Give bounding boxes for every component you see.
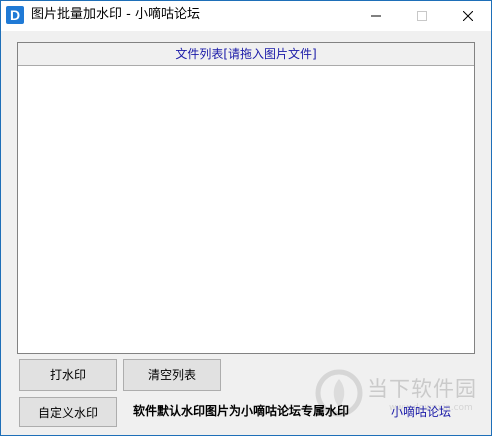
clear-list-button[interactable]: 清空列表 [123, 359, 221, 391]
forum-link[interactable]: 小嘀咕论坛 [391, 403, 451, 420]
maximize-icon [417, 11, 427, 21]
window-title: 图片批量加水印 - 小嘀咕论坛 [31, 7, 200, 22]
add-watermark-button[interactable]: 打水印 [19, 359, 117, 391]
maximize-button[interactable] [399, 1, 445, 31]
close-button[interactable] [445, 1, 491, 31]
minimize-button[interactable] [353, 1, 399, 31]
custom-watermark-button[interactable]: 自定义水印 [19, 397, 117, 427]
app-icon: D [6, 6, 24, 24]
logo-name: 当下软件园 [367, 377, 477, 401]
file-list-header[interactable]: 文件列表[请拖入图片文件] [18, 43, 474, 66]
file-list-drop-area[interactable] [18, 66, 474, 353]
title-bar[interactable]: D 图片批量加水印 - 小嘀咕论坛 [1, 1, 491, 31]
default-watermark-note: 软件默认水印图片为小嘀咕论坛专属水印 [133, 404, 350, 418]
minimize-icon [371, 15, 381, 17]
file-list-panel[interactable]: 文件列表[请拖入图片文件] [17, 42, 475, 354]
main-content: 文件列表[请拖入图片文件] 打水印 清空列表 自定义水印 当下软件园 www.d… [1, 31, 491, 435]
app-window: D 图片批量加水印 - 小嘀咕论坛 文件列表[请拖入图片文件] 打水印 清空列表… [0, 0, 492, 436]
close-icon [463, 11, 473, 21]
site-watermark-logo: 当下软件园 www.downxia.com [303, 369, 491, 431]
